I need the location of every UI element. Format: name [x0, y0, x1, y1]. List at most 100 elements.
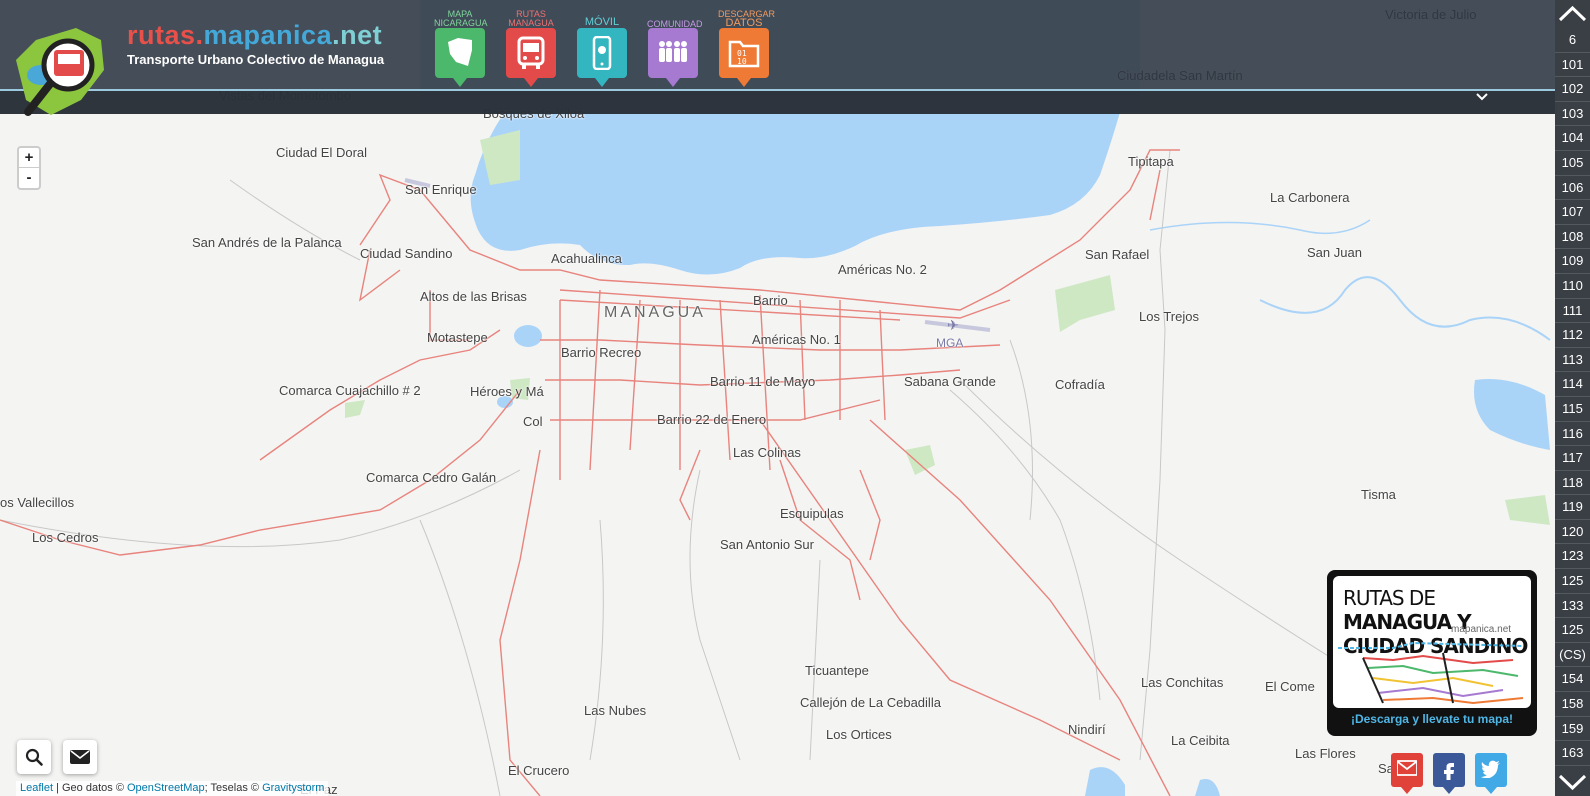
nav-rutas-managua-button[interactable]: RUTAS MANAGUA: [505, 10, 557, 90]
route-item[interactable]: 106: [1555, 176, 1590, 201]
route-item[interactable]: 109: [1555, 249, 1590, 274]
twitter-icon: [1481, 760, 1500, 778]
contact-email-button[interactable]: [63, 740, 97, 774]
community-people-icon: [659, 41, 687, 62]
place-label: Las Colinas: [733, 445, 801, 460]
nav-comunidad-button[interactable]: COMUNIDAD: [647, 10, 703, 90]
place-label: Col: [523, 414, 543, 429]
place-label: Comarca Cedro Galán: [366, 470, 497, 485]
place-label: La Ceibita: [1171, 733, 1230, 748]
nav-movil-label: MÓVIL: [584, 16, 620, 28]
gravitystorm-link[interactable]: Gravitystorm: [262, 782, 324, 794]
route-item[interactable]: 107: [1555, 200, 1590, 225]
place-label: San Rafael: [1085, 247, 1150, 262]
openstreetmap-link[interactable]: OpenStreetMap: [127, 782, 205, 794]
route-item[interactable]: 119: [1555, 495, 1590, 520]
attribution-tiles-text: ; Teselas ©: [204, 782, 263, 794]
route-item[interactable]: 116: [1555, 422, 1590, 447]
nav-descargar-datos-button[interactable]: DESCARGAR DATOS 01 10: [718, 10, 775, 90]
place-label: Los Ortices: [826, 727, 892, 742]
leaflet-link[interactable]: Leaflet: [20, 782, 53, 794]
brand-title-part-mapanica: mapanica: [203, 20, 333, 50]
route-item[interactable]: 117: [1555, 446, 1590, 471]
map-tiles: ✈: [0, 0, 1551, 796]
place-label: San Antonio Sur: [720, 537, 814, 552]
zoom-control: + -: [17, 146, 41, 190]
route-item[interactable]: 159: [1555, 717, 1590, 742]
facebook-icon: [1444, 763, 1454, 780]
route-item[interactable]: 110: [1555, 274, 1590, 299]
route-item[interactable]: 105: [1555, 151, 1590, 176]
route-item[interactable]: 133: [1555, 594, 1590, 619]
place-label: Américas No. 1: [752, 332, 841, 347]
nav-comunidad-tile: [648, 28, 698, 87]
route-item[interactable]: 6: [1555, 28, 1590, 53]
route-item[interactable]: 118: [1555, 471, 1590, 496]
route-list-sidebar: 6 101 102 103 104 105 106 107 108 109 110 111 112 113…: [1555, 0, 1590, 796]
nav-rutas-label: RUTAS MANAGUA: [508, 9, 554, 28]
nav-movil-button[interactable]: MÓVIL: [576, 10, 628, 90]
place-label: Barrio 22 de Enero: [657, 412, 767, 427]
route-item[interactable]: 123: [1555, 544, 1590, 570]
site-logo[interactable]: [6, 20, 106, 120]
airport-label: MGA: [936, 336, 964, 350]
place-label: El Crucero: [508, 763, 570, 778]
place-label: Esquipulas: [780, 506, 844, 521]
attribution-geo-text: | Geo datos ©: [53, 782, 127, 794]
route-item[interactable]: 125: [1555, 569, 1590, 594]
place-label: Nindirí: [1068, 722, 1106, 737]
envelope-icon: [70, 750, 90, 764]
route-item[interactable]: 120: [1555, 520, 1590, 545]
route-list: 6 101 102 103 104 105 106 107 108 109 110 111 112 113…: [1555, 28, 1590, 766]
place-label: Los Cedros: [32, 530, 99, 545]
download-map-promo[interactable]: RUTAS DE MANAGUA Y CIUDAD SANDINO mapanic…: [1327, 570, 1537, 736]
share-facebook-button[interactable]: [1433, 753, 1465, 794]
search-button[interactable]: [17, 740, 51, 774]
route-item[interactable]: 125: [1555, 618, 1590, 643]
route-item[interactable]: 103: [1555, 102, 1590, 127]
place-label: San Enrique: [405, 182, 477, 197]
svg-text:10: 10: [737, 57, 747, 66]
place-label: Las Nubes: [584, 703, 647, 718]
route-item[interactable]: 115: [1555, 397, 1590, 422]
map-attribution: Leaflet | Geo datos © OpenStreetMap; Tes…: [16, 781, 329, 796]
brand-subtitle: Transporte Urbano Colectivo de Managua: [127, 52, 385, 67]
place-label: Las Flores: [1295, 746, 1356, 761]
share-twitter-button[interactable]: [1475, 753, 1507, 794]
route-scroll-down-button[interactable]: [1555, 772, 1590, 796]
place-label: Las Conchitas: [1141, 675, 1224, 690]
route-item[interactable]: 163: [1555, 741, 1590, 766]
place-label: Ciudad Sandino: [360, 246, 453, 261]
route-item[interactable]: (CS): [1555, 643, 1590, 668]
collapse-header-chevron-icon[interactable]: [1475, 89, 1489, 105]
place-label: Héroes y Má: [470, 384, 544, 399]
route-item[interactable]: 111: [1555, 299, 1590, 324]
promo-download-link[interactable]: ¡Descarga y llevate tu mapa!: [1327, 712, 1537, 726]
share-email-button[interactable]: [1391, 753, 1423, 794]
route-item[interactable]: 104: [1555, 126, 1590, 151]
nav-mapa-nicaragua-button[interactable]: MAPA NICARAGUA: [434, 10, 488, 90]
route-item[interactable]: 158: [1555, 692, 1590, 717]
place-label: Sabana Grande: [904, 374, 996, 389]
place-label: La Carbonera: [1270, 190, 1350, 205]
route-item[interactable]: 108: [1555, 225, 1590, 250]
route-item[interactable]: 113: [1555, 348, 1590, 373]
route-item[interactable]: 102: [1555, 77, 1590, 102]
map-canvas[interactable]: ✈ Vistas del MomotomboBosques de XiloáCi…: [0, 0, 1555, 796]
brand-title[interactable]: rutas.mapanica.net: [127, 20, 382, 51]
place-label: Tipitapa: [1128, 154, 1174, 169]
place-label: Barrio Recreo: [561, 345, 642, 360]
place-label: os Vallecillos: [0, 495, 75, 510]
route-scroll-up-button[interactable]: [1555, 2, 1590, 28]
place-label: Ciudad El Doral: [276, 145, 368, 160]
route-item[interactable]: 112: [1555, 323, 1590, 348]
zoom-in-button[interactable]: +: [19, 148, 39, 168]
place-label: Barrio 11 de Mayo: [710, 374, 816, 389]
nav-comunidad-label: COMUNIDAD: [647, 19, 703, 29]
brand-title-part-net: .net: [332, 20, 383, 50]
route-item[interactable]: 154: [1555, 667, 1590, 693]
mobile-phone-icon: [592, 36, 612, 70]
zoom-out-button[interactable]: -: [19, 168, 39, 188]
route-item[interactable]: 101: [1555, 53, 1590, 78]
route-item[interactable]: 114: [1555, 372, 1590, 397]
